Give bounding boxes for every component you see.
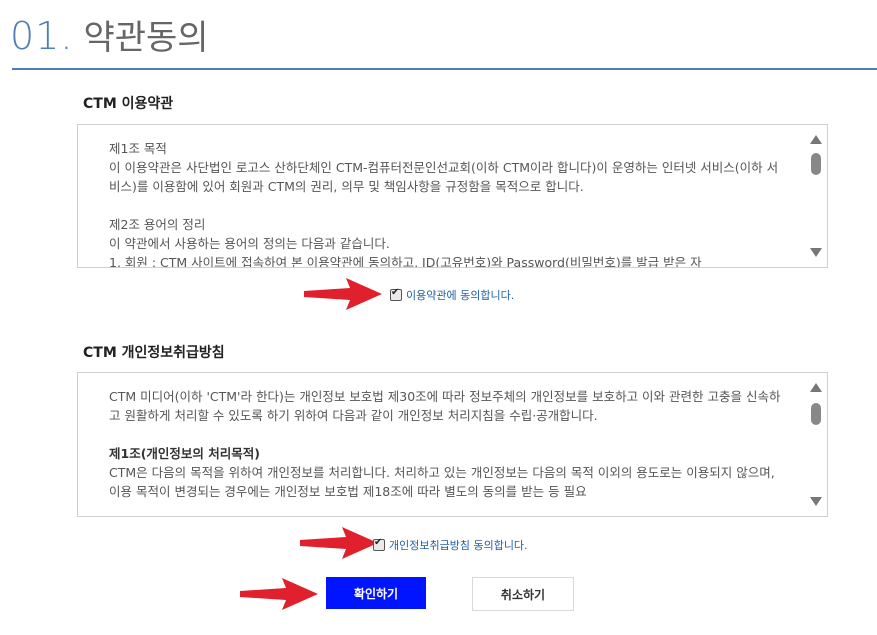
cancel-button[interactable]: 취소하기 [472,577,574,611]
step-title: 약관동의 [83,18,209,58]
terms-agree-label[interactable]: 이용약관에 동의합니다. [406,287,514,303]
privacy-agree-label[interactable]: 개인정보취급방침 동의합니다. [389,537,528,553]
scroll-thumb[interactable] [811,153,821,175]
terms-agree-checkbox[interactable] [390,287,402,301]
scroll-thumb[interactable] [811,403,821,425]
terms-scrollbar[interactable] [805,125,827,267]
privacy-scrollbar[interactable] [805,373,827,516]
privacy-textbox[interactable]: CTM 미디어(이하 'CTM'라 한다)는 개인정보 보호법 제30조에 따라… [77,372,828,517]
privacy-intro: CTM 미디어(이하 'CTM'라 한다)는 개인정보 보호법 제30조에 따라… [109,389,781,423]
page-title: 01. 약관동의 [10,10,209,60]
terms-textbox[interactable]: 제1조 목적 이 이용약관은 사단법인 로고스 산하단체인 CTM-컴퓨터전문인… [77,124,828,268]
privacy-heading: CTM 개인정보취급방침 [83,345,225,361]
privacy-text: CTM 미디어(이하 'CTM'라 한다)는 개인정보 보호법 제30조에 따라… [109,387,787,516]
arrow-icon [304,278,382,310]
step-number: 01. [10,14,74,58]
scroll-up-icon[interactable] [810,383,822,392]
privacy-agree-checkbox[interactable] [373,537,385,551]
title-divider [12,68,877,70]
scroll-down-icon[interactable] [810,497,822,506]
privacy-article-title: 제1조(개인정보의 처리목적) [109,446,260,461]
scroll-down-icon[interactable] [810,248,822,257]
terms-heading: CTM 이용약관 [83,96,174,112]
privacy-agree[interactable]: 개인정보취급방침 동의합니다. [373,537,528,553]
arrow-icon [240,578,318,610]
scroll-up-icon[interactable] [810,135,822,144]
privacy-article-text: CTM은 다음의 목적을 위하여 개인정보를 처리합니다. 처리하고 있는 개인… [109,465,779,499]
confirm-button[interactable]: 확인하기 [326,577,426,609]
arrow-icon [300,527,378,559]
terms-agree[interactable]: 이용약관에 동의합니다. [390,287,514,303]
terms-text: 제1조 목적 이 이용약관은 사단법인 로고스 산하단체인 CTM-컴퓨터전문인… [109,141,779,267]
